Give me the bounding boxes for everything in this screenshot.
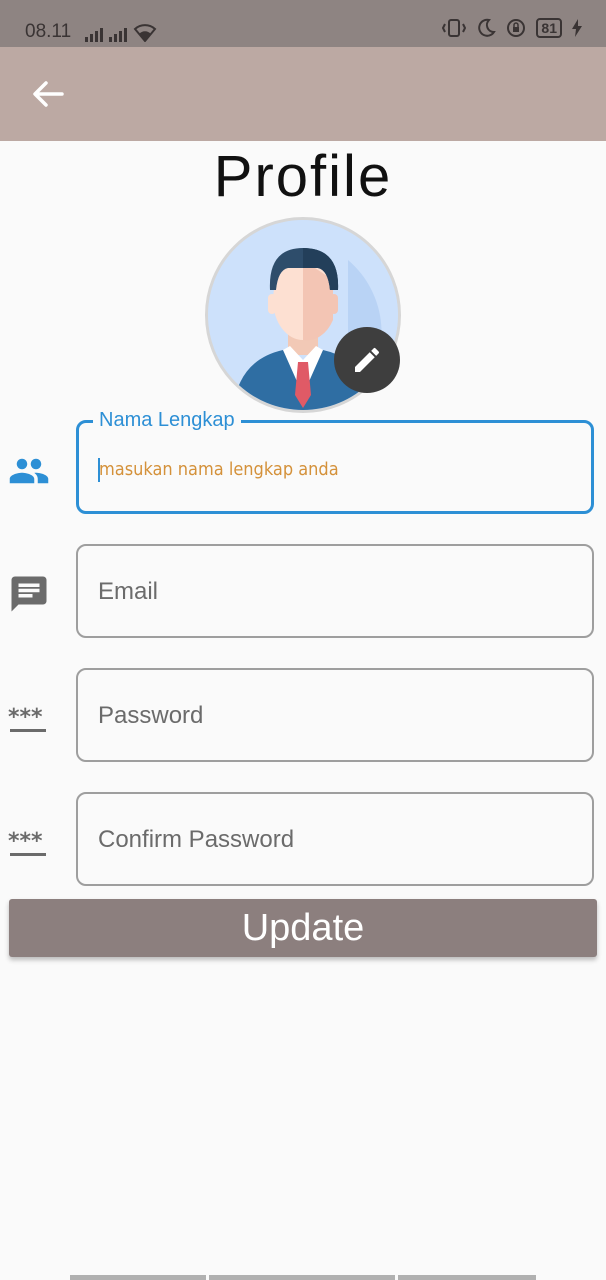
full-name-row: Nama Lengkap [0,409,606,518]
status-bar: 08.11 81 [0,0,606,47]
message-icon [8,573,50,615]
page-title: Profile [213,144,393,209]
pencil-icon [355,347,380,372]
confirm-password-input[interactable] [96,794,574,886]
app-bar [0,47,606,141]
password-input[interactable] [96,670,574,762]
nav-hint-center [209,1275,395,1280]
svg-text:***: *** [8,829,43,854]
charging-icon [572,19,582,37]
battery-level: 81 [536,18,562,38]
signal-icon [109,28,127,42]
status-time: 08.11 [25,21,72,42]
text-caret [98,458,100,482]
confirm-password-field [76,792,594,886]
password-row: *** [0,668,606,766]
signal-icon [85,28,103,42]
back-button[interactable] [26,77,68,111]
lock-rotation-icon [507,19,526,37]
email-input[interactable] [96,546,574,638]
full-name-input[interactable] [97,423,573,513]
nav-hint-left [70,1275,206,1280]
moon-icon [478,18,497,37]
password-icon: *** [8,822,50,864]
nav-hint-right [398,1275,536,1280]
status-left-icons [85,22,157,42]
svg-text:***: *** [8,705,43,730]
avatar-container [205,217,401,413]
password-icon: *** [8,698,50,740]
full-name-field: Nama Lengkap [76,409,594,514]
email-row [0,544,606,642]
wifi-icon [133,24,157,42]
email-field [76,544,594,638]
update-button[interactable]: Update [9,899,597,957]
edit-avatar-button[interactable] [334,327,400,393]
vibrate-icon [442,19,467,37]
confirm-password-row: *** [0,792,606,890]
password-field [76,668,594,762]
people-icon [8,450,50,492]
status-right-icons: 81 [442,18,582,38]
arrow-left-icon [33,81,64,107]
